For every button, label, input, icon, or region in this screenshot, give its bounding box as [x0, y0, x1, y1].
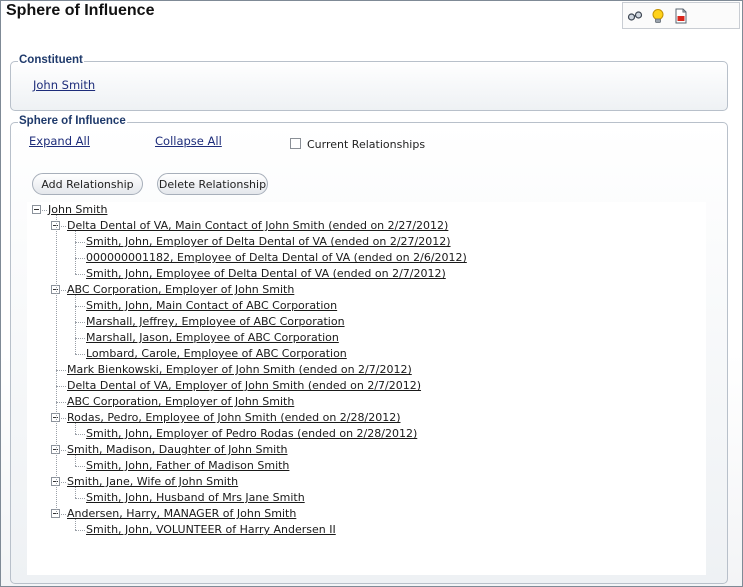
tree-connector	[75, 455, 76, 466]
tree-child-node[interactable]: 000000001182, Employee of Delta Dental o…	[86, 250, 467, 266]
tree-child-node[interactable]: Smith, John, Employer of Delta Dental of…	[86, 234, 451, 250]
tree-node[interactable]: Rodas, Pedro, Employee of John Smith (en…	[67, 410, 401, 426]
window-frame: Sphere of Influence Constituent John Smi…	[0, 0, 743, 587]
tree-connector	[42, 210, 47, 211]
tree-child-node[interactable]: Smith, John, VOLUNTEER of Harry Andersen…	[86, 522, 336, 538]
delete-relationship-button[interactable]: Delete Relationship	[157, 173, 268, 195]
glasses-icon[interactable]	[627, 8, 643, 24]
tree-connector	[56, 402, 66, 403]
constituent-legend: Constituent	[18, 54, 84, 66]
expand-all-link[interactable]: Expand All	[29, 134, 90, 148]
pdf-icon[interactable]	[673, 8, 689, 24]
tree-connector	[75, 530, 85, 531]
tree-connector	[56, 386, 66, 387]
tree-connector	[75, 519, 76, 530]
tree-connector	[75, 434, 85, 435]
tree-connector	[61, 514, 66, 515]
tree-node[interactable]: Delta Dental of VA, Employer of John Smi…	[67, 378, 421, 394]
tree-child-node[interactable]: Marshall, Jason, Employee of ABC Corpora…	[86, 330, 339, 346]
tree-connector	[61, 450, 66, 451]
tree-node[interactable]: Smith, Jane, Wife of John Smith	[67, 474, 238, 490]
page-title: Sphere of Influence	[6, 2, 155, 19]
add-relationship-button[interactable]: Add Relationship	[32, 173, 143, 195]
tree-node[interactable]: Smith, Madison, Daughter of John Smith	[67, 442, 288, 458]
current-relationships-label: Current Relationships	[307, 138, 426, 151]
tree-connector	[75, 487, 76, 498]
tree-child-node[interactable]: Smith, John, Employee of Delta Dental of…	[86, 266, 446, 282]
tree-child-node[interactable]: Smith, John, Main Contact of ABC Corpora…	[86, 298, 337, 314]
tree-connector	[75, 295, 76, 354]
page-toolbar	[622, 2, 740, 29]
tree-connector	[75, 423, 76, 434]
tree-connector	[56, 215, 57, 514]
tree-node[interactable]: Mark Bienkowski, Employer of John Smith …	[67, 362, 412, 378]
sphere-legend: Sphere of Influence	[18, 115, 127, 127]
collapse-root-icon[interactable]	[32, 205, 41, 214]
tree-connector	[75, 322, 85, 323]
relationship-tree: John Smith Delta Dental of VA, Main Conta…	[27, 202, 706, 575]
tree-child-node[interactable]: Smith, John, Employer of Pedro Rodas (en…	[86, 426, 417, 442]
tree-connector	[75, 274, 85, 275]
tree-connector	[61, 482, 66, 483]
constituent-name-link[interactable]: John Smith	[33, 78, 95, 92]
tree-connector	[75, 242, 85, 243]
tree-connector	[61, 418, 66, 419]
tree-connector	[61, 290, 66, 291]
tree-child-node[interactable]: Smith, John, Husband of Mrs Jane Smith	[86, 490, 305, 506]
tree-child-node[interactable]: Lombard, Carole, Employee of ABC Corpora…	[86, 346, 347, 362]
current-relationships-checkbox[interactable]	[290, 138, 301, 149]
tree-connector	[75, 258, 85, 259]
tree-connector	[75, 466, 85, 467]
tree-connector	[56, 370, 66, 371]
tree-connector	[75, 306, 85, 307]
tree-child-node[interactable]: Marshall, Jeffrey, Employee of ABC Corpo…	[86, 314, 345, 330]
tree-connector	[75, 354, 85, 355]
tree-connector	[75, 338, 85, 339]
tree-connector	[75, 231, 76, 274]
tree-node[interactable]: ABC Corporation, Employer of John Smith	[67, 394, 294, 410]
constituent-group	[10, 61, 728, 111]
tree-node[interactable]: Delta Dental of VA, Main Contact of John…	[67, 218, 448, 234]
tree-connector	[75, 498, 85, 499]
tree-child-node[interactable]: Smith, John, Father of Madison Smith	[86, 458, 289, 474]
tree-node[interactable]: ABC Corporation, Employer of John Smith	[67, 282, 294, 298]
lightbulb-icon[interactable]	[650, 8, 666, 24]
tree-connector	[61, 226, 66, 227]
collapse-all-link[interactable]: Collapse All	[155, 134, 222, 148]
tree-node[interactable]: Andersen, Harry, MANAGER of John Smith	[67, 506, 296, 522]
